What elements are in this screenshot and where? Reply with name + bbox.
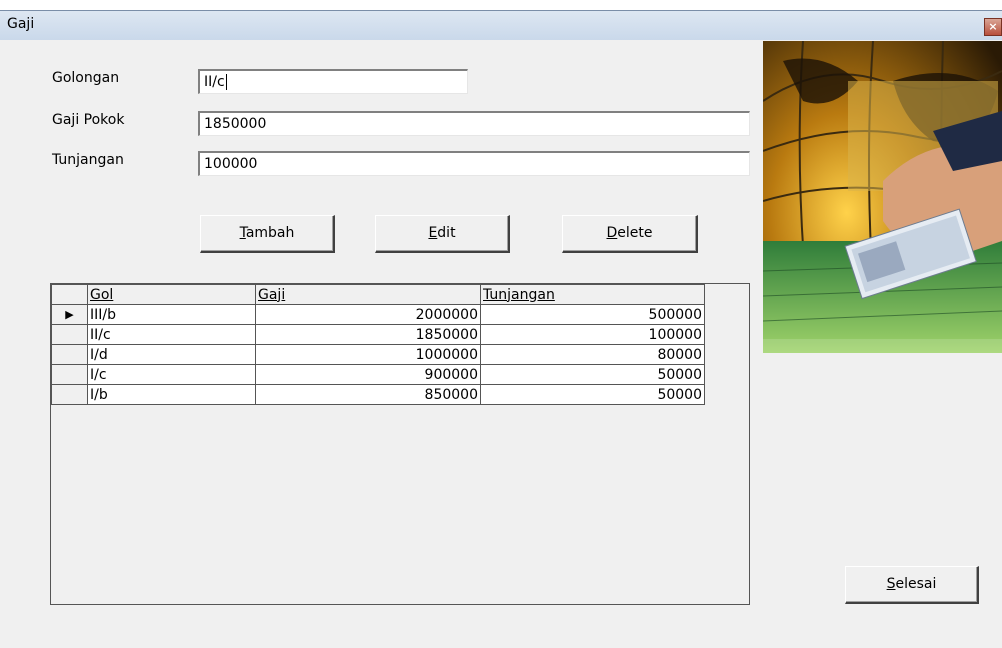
row-selector[interactable]: [51, 384, 88, 405]
cell-tunjangan[interactable]: 80000: [480, 344, 705, 365]
tambah-label: ambah: [245, 225, 295, 241]
close-icon[interactable]: ×: [984, 18, 1002, 36]
cell-gol[interactable]: III/b: [87, 304, 256, 325]
golongan-value: II/c: [204, 74, 225, 90]
cell-tunjangan[interactable]: 100000: [480, 324, 705, 345]
row-selector[interactable]: [51, 344, 88, 365]
gaji-data-grid[interactable]: Gol Gaji Tunjangan ▶ III/b 2000000 50000…: [50, 283, 750, 605]
edit-button[interactable]: Edit: [375, 215, 510, 253]
grid-table: Gol Gaji Tunjangan ▶ III/b 2000000 50000…: [51, 284, 705, 405]
column-header-gaji[interactable]: Gaji: [255, 284, 481, 305]
cell-gol[interactable]: I/b: [87, 384, 256, 405]
gaji-pokok-label: Gaji Pokok: [52, 112, 125, 128]
table-row[interactable]: I/d 1000000 80000: [51, 344, 705, 365]
edit-label: dit: [437, 225, 456, 241]
cell-gol[interactable]: I/c: [87, 364, 256, 385]
gaji-pokok-value: 1850000: [204, 116, 267, 132]
tunjangan-value: 100000: [204, 156, 258, 172]
tunjangan-field[interactable]: 100000: [198, 151, 750, 176]
form-client-area: Golongan II/c Gaji Pokok 1850000 Tunjang…: [0, 40, 1002, 648]
cell-gaji[interactable]: 1850000: [255, 324, 481, 345]
column-header-gol[interactable]: Gol: [87, 284, 256, 305]
delete-mnemonic: D: [606, 225, 618, 241]
tambah-button[interactable]: Tambah: [200, 215, 335, 253]
golongan-label: Golongan: [52, 70, 120, 86]
edit-mnemonic: E: [428, 225, 438, 241]
table-row[interactable]: II/c 1850000 100000: [51, 324, 705, 345]
grid-header-row: Gol Gaji Tunjangan: [51, 284, 705, 305]
row-selector[interactable]: [51, 364, 88, 385]
cell-gaji[interactable]: 2000000: [255, 304, 481, 325]
selesai-label: elesai: [895, 576, 937, 592]
cell-tunjangan[interactable]: 500000: [480, 304, 705, 325]
golongan-field[interactable]: II/c: [198, 69, 468, 94]
tunjangan-label: Tunjangan: [52, 152, 124, 168]
table-row[interactable]: I/b 850000 50000: [51, 384, 705, 405]
cell-gaji[interactable]: 850000: [255, 384, 481, 405]
current-row-indicator-icon[interactable]: ▶: [51, 304, 88, 325]
selesai-mnemonic: S: [886, 576, 896, 592]
row-selector-header: [51, 284, 88, 305]
money-hand-keyboard-globe-picture: [763, 41, 1002, 353]
window-title: Gaji: [7, 16, 35, 32]
cell-gol[interactable]: I/d: [87, 344, 256, 365]
cell-gol[interactable]: II/c: [87, 324, 256, 345]
delete-label: elete: [617, 225, 653, 241]
cell-tunjangan[interactable]: 50000: [480, 364, 705, 385]
gaji-pokok-field[interactable]: 1850000: [198, 111, 750, 136]
delete-button[interactable]: Delete: [562, 215, 698, 253]
column-header-tunjangan[interactable]: Tunjangan: [480, 284, 705, 305]
cell-tunjangan[interactable]: 50000: [480, 384, 705, 405]
table-row[interactable]: I/c 900000 50000: [51, 364, 705, 385]
selesai-button[interactable]: Selesai: [845, 566, 979, 604]
row-selector[interactable]: [51, 324, 88, 345]
table-row[interactable]: ▶ III/b 2000000 500000: [51, 304, 705, 325]
title-bar: Gaji ×: [0, 10, 1002, 41]
decorative-image-icon: [763, 41, 1002, 353]
text-caret: [225, 74, 227, 90]
cell-gaji[interactable]: 1000000: [255, 344, 481, 365]
cell-gaji[interactable]: 900000: [255, 364, 481, 385]
